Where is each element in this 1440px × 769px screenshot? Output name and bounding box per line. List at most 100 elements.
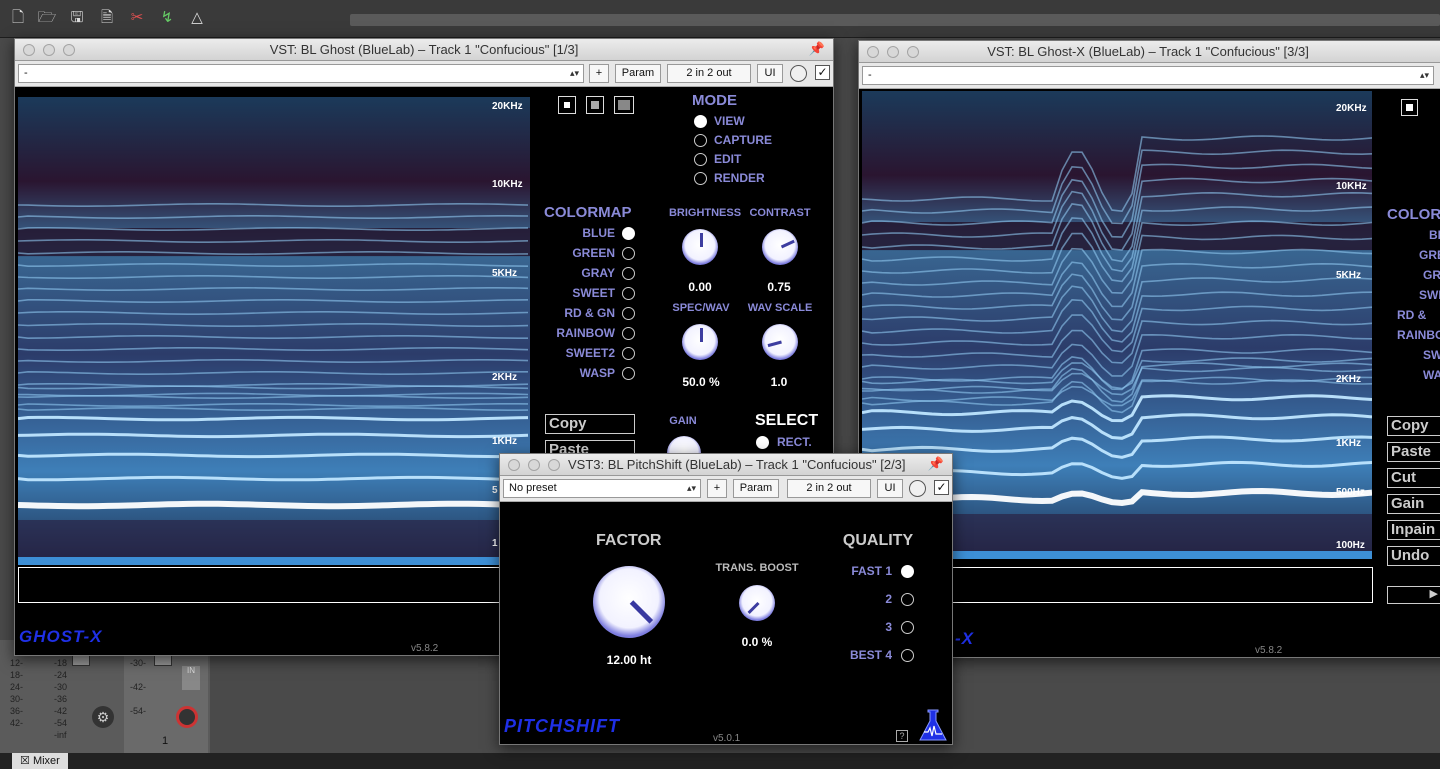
titlebar[interactable]: VST3: BL PitchShift (BlueLab) – Track 1 …: [500, 454, 952, 476]
timeline-scrollbar[interactable]: [350, 14, 1440, 26]
fx-settings-icon[interactable]: ⚙: [92, 706, 114, 728]
colormap-label: GR: [1423, 268, 1440, 282]
preset-select[interactable]: No preset ▴▾: [503, 479, 701, 498]
save-project-icon[interactable]: 🖫: [64, 5, 90, 31]
io-routing-button[interactable]: 2 in 2 out: [667, 64, 751, 83]
quality-list: FAST 1 2 3 BEST 4: [830, 564, 916, 674]
knob-indicator: [780, 239, 795, 249]
colormap-radio[interactable]: [622, 347, 635, 360]
view-size-large-button[interactable]: [614, 96, 634, 114]
minimize-button[interactable]: [528, 459, 540, 471]
edit-button[interactable]: Paste: [1387, 442, 1440, 462]
mode-label: EDIT: [714, 152, 742, 166]
ghost-x-logo: -X: [955, 629, 974, 648]
view-size-medium-button[interactable]: [586, 96, 604, 114]
colormap-label: RAINBO: [1397, 328, 1440, 342]
version-label: v5.8.2: [1255, 645, 1283, 656]
meter-label: 12-: [10, 658, 24, 668]
mixer-tab[interactable]: ☒ Mixer: [12, 753, 68, 769]
preset-value: No preset: [509, 482, 557, 494]
open-project-icon[interactable]: 🗁: [34, 5, 60, 31]
quality-radio[interactable]: [901, 649, 914, 662]
mode-radio[interactable]: [694, 115, 707, 128]
snap-icon[interactable]: △: [184, 5, 210, 31]
wavscale-knob[interactable]: [762, 324, 798, 360]
preset-value: -: [868, 69, 872, 81]
colormap-label: SWEET2: [565, 346, 615, 360]
cut-icon[interactable]: ✂: [124, 5, 150, 31]
freq-label: 1KHz: [1336, 438, 1362, 449]
meter-label: -18: [54, 658, 68, 668]
close-button[interactable]: [508, 459, 520, 471]
wet-knob[interactable]: [790, 65, 807, 82]
colormap-radio[interactable]: [622, 247, 635, 260]
select-rect-radio[interactable]: [756, 436, 769, 449]
help-button[interactable]: ?: [896, 730, 908, 742]
bypass-checkbox[interactable]: ✓: [815, 65, 830, 80]
quality-radio[interactable]: [901, 593, 914, 606]
preset-select[interactable]: - ▴▾: [862, 66, 1434, 85]
freq-label: 10KHz: [1336, 181, 1367, 192]
freq-label: 100Hz: [1336, 540, 1365, 551]
spectrogram-view[interactable]: [18, 97, 530, 565]
bypass-checkbox[interactable]: ✓: [934, 480, 949, 495]
quality-radio[interactable]: [901, 565, 914, 578]
wet-knob[interactable]: [909, 480, 926, 497]
colormap-radio[interactable]: [622, 287, 635, 300]
edit-button[interactable]: Gain: [1387, 494, 1440, 514]
quality-radio[interactable]: [901, 621, 914, 634]
mode-radio[interactable]: [694, 172, 707, 185]
pitchshift-window: VST3: BL PitchShift (BlueLab) – Track 1 …: [499, 453, 953, 745]
mode-radio[interactable]: [694, 134, 707, 147]
view-size-small-button[interactable]: [1401, 99, 1418, 116]
edit-button[interactable]: Copy: [1387, 416, 1440, 436]
colormap-radio[interactable]: [622, 227, 635, 240]
meter-label: -42-: [130, 682, 147, 692]
param-button[interactable]: Param: [615, 64, 661, 83]
brightness-knob[interactable]: [682, 229, 718, 265]
edit-button[interactable]: Inpain: [1387, 520, 1440, 540]
titlebar[interactable]: VST: BL Ghost-X (BlueLab) – Track 1 "Con…: [859, 41, 1440, 63]
colormap-radio[interactable]: [622, 327, 635, 340]
colormap-list: BL GRE GR SWE RD & RAINBO SWEE WA: [1389, 228, 1440, 398]
pin-icon[interactable]: 📌: [809, 41, 825, 57]
copy-button[interactable]: Copy: [545, 414, 635, 434]
preset-select[interactable]: - ▴▾: [18, 64, 584, 83]
record-arm-button[interactable]: [176, 706, 198, 728]
ripple-edit-icon[interactable]: ↯: [154, 5, 180, 31]
quality-option-label: 2: [885, 592, 892, 606]
add-fx-button[interactable]: +: [589, 64, 609, 83]
freq-label: 20KHz: [492, 101, 523, 112]
plugin-toolbar: No preset ▴▾ + Param 2 in 2 out UI ✓: [500, 476, 952, 502]
view-size-small-button[interactable]: [558, 96, 576, 114]
zoom-button[interactable]: [548, 459, 560, 471]
window-title: VST3: BL PitchShift (BlueLab) – Track 1 …: [568, 457, 906, 472]
titlebar[interactable]: VST: BL Ghost (BlueLab) – Track 1 "Confu…: [15, 39, 833, 61]
brightness-label: BRIGHTNESS: [668, 207, 742, 219]
mode-label: RENDER: [714, 171, 765, 185]
edit-button[interactable]: Undo: [1387, 546, 1440, 566]
edit-button[interactable]: Cut: [1387, 468, 1440, 488]
input-monitor-button[interactable]: IN: [182, 666, 200, 690]
colormap-radio[interactable]: [622, 367, 635, 380]
freq-label: 1: [492, 538, 498, 549]
new-project-icon[interactable]: 🗋: [5, 5, 31, 31]
window-title: VST: BL Ghost (BlueLab) – Track 1 "Confu…: [269, 42, 579, 57]
play-icon[interactable]: ▶: [1387, 586, 1440, 604]
pin-icon[interactable]: 📌: [928, 456, 944, 472]
param-button[interactable]: Param: [733, 479, 779, 498]
factor-knob[interactable]: [593, 566, 665, 638]
trans-boost-knob[interactable]: [739, 585, 775, 621]
mode-radio[interactable]: [694, 153, 707, 166]
colormap-radio[interactable]: [622, 307, 635, 320]
close-icon[interactable]: ☒: [20, 755, 30, 767]
new-track-icon[interactable]: 🗎: [94, 5, 120, 31]
add-fx-button[interactable]: +: [707, 479, 727, 498]
specwav-knob[interactable]: [682, 324, 718, 360]
ui-toggle-button[interactable]: UI: [757, 64, 783, 83]
io-routing-button[interactable]: 2 in 2 out: [787, 479, 871, 498]
meter-label: 24-: [10, 682, 24, 692]
ui-toggle-button[interactable]: UI: [877, 479, 903, 498]
contrast-knob[interactable]: [762, 229, 798, 265]
colormap-radio[interactable]: [622, 267, 635, 280]
